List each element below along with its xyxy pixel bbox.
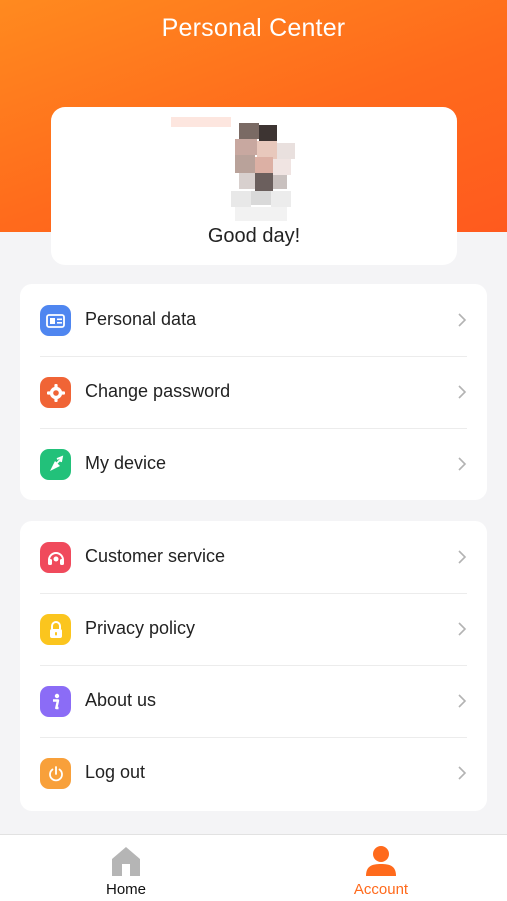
menu-item-personal-data[interactable]: Personal data [20,284,487,356]
home-icon [112,847,140,876]
menu-item-label: My device [85,453,167,473]
greeting-text: Good day! [207,225,301,247]
chevron-right-icon [458,766,467,780]
menu-item-about-us[interactable]: About us [20,665,487,737]
menu-card-support: Customer service Privacy policy About us… [20,521,487,811]
chevron-right-icon [458,622,467,636]
menu-item-label: Personal data [85,309,197,329]
chevron-right-icon [458,385,467,399]
bottom-tab-bar: Home Account [0,834,507,901]
power-icon [40,758,71,789]
headset-icon [40,542,71,573]
avatar[interactable] [171,113,295,225]
menu-item-label: About us [85,690,157,710]
menu-item-label: Log out [85,762,146,782]
chevron-right-icon [458,550,467,564]
menu-item-my-device[interactable]: My device [20,428,487,500]
id-card-icon [40,305,71,336]
menu-item-label: Change password [85,381,231,401]
menu-item-change-password[interactable]: Change password [20,356,487,428]
menu-card-account: Personal data Change password My device [20,284,487,500]
chevron-right-icon [458,694,467,708]
chevron-right-icon [458,313,467,327]
tab-account-label: Account [353,881,409,898]
device-icon [40,449,71,480]
menu-item-label: Customer service [85,546,226,566]
lock-icon [40,614,71,645]
page-title: Personal Center [161,14,346,42]
menu-item-label: Privacy policy [85,618,196,638]
chevron-right-icon [458,457,467,471]
profile-card: Good day! [51,107,457,265]
gear-icon [40,377,71,408]
tab-account[interactable]: Account [311,835,451,901]
menu-item-customer-service[interactable]: Customer service [20,521,487,593]
user-icon [366,846,396,876]
info-icon [40,686,71,717]
menu-item-privacy-policy[interactable]: Privacy policy [20,593,487,665]
tab-home[interactable]: Home [56,835,196,901]
menu-item-log-out[interactable]: Log out [20,737,487,809]
tab-home-label: Home [105,881,146,898]
